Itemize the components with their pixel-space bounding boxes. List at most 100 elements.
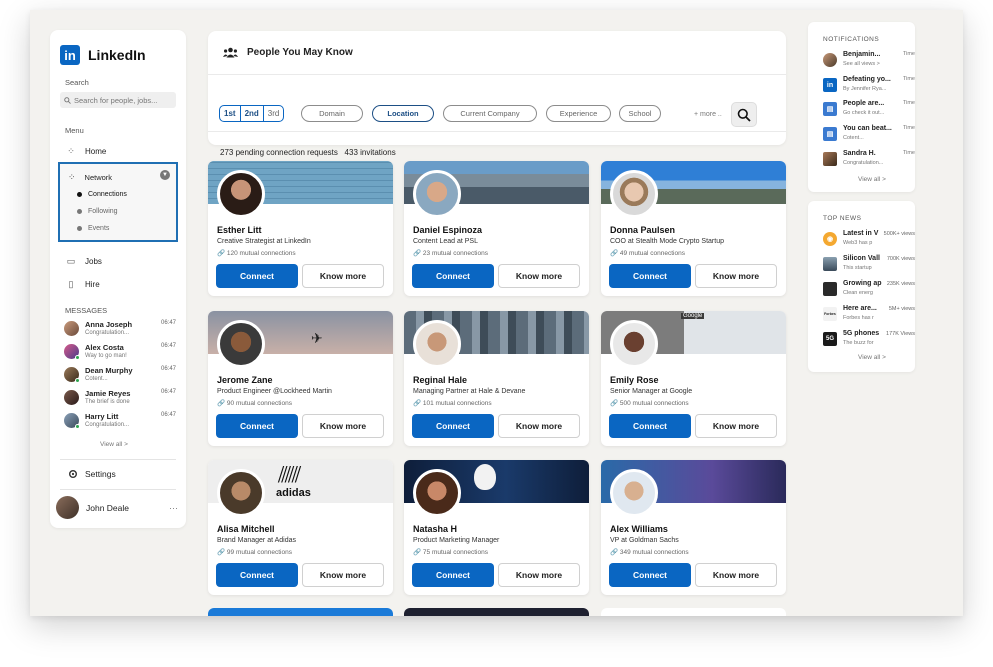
- search-input[interactable]: Search for people, jobs...: [60, 92, 176, 108]
- connect-button[interactable]: Connect: [216, 264, 298, 288]
- know-more-button[interactable]: Know more: [695, 414, 777, 438]
- connect-button[interactable]: Connect: [412, 264, 494, 288]
- connect-button[interactable]: Connect: [609, 264, 691, 288]
- avatar[interactable]: [610, 170, 658, 218]
- know-more-button[interactable]: Know more: [498, 264, 580, 288]
- avatar[interactable]: [217, 320, 265, 368]
- card-mutual-text: 75 mutual connections: [422, 549, 488, 556]
- avatar[interactable]: [413, 320, 461, 368]
- brand[interactable]: in LinkedIn: [60, 45, 146, 65]
- connect-button[interactable]: Connect: [609, 563, 691, 587]
- notifications-view-all-link[interactable]: View all >: [858, 176, 886, 183]
- card-name[interactable]: Natasha H: [413, 524, 457, 534]
- notification-item[interactable]: Benjamin... See all views > Time: [823, 51, 915, 73]
- connect-button[interactable]: Connect: [412, 414, 494, 438]
- person-card[interactable]: Google Emily Rose Senior Manager at Goog…: [601, 311, 786, 446]
- news-item[interactable]: Growing ap Clean energ 235K views: [823, 280, 915, 302]
- chevron-down-icon[interactable]: ▼: [160, 170, 170, 180]
- know-more-button[interactable]: Know more: [498, 563, 580, 587]
- filter-school[interactable]: School: [619, 105, 661, 122]
- connect-button[interactable]: Connect: [216, 563, 298, 587]
- card-name[interactable]: Alex Williams: [610, 524, 668, 534]
- pending-requests-text[interactable]: 273 pending connection requests: [220, 148, 338, 157]
- notification-item[interactable]: ▤ People are... Go check it out... Time: [823, 100, 915, 122]
- know-more-button[interactable]: Know more: [302, 563, 384, 587]
- filter-experience[interactable]: Experience: [546, 105, 611, 122]
- nav-following[interactable]: Following: [77, 208, 118, 215]
- know-more-button[interactable]: Know more: [498, 414, 580, 438]
- nav-hire[interactable]: ▯ Hire: [66, 279, 100, 290]
- card-mutual: 🔗 49 mutual connections: [610, 249, 685, 257]
- avatar[interactable]: [610, 320, 658, 368]
- notification-item[interactable]: in Defeating yo... By Jennifer Rya... Ti…: [823, 76, 915, 98]
- filter-location[interactable]: Location: [372, 105, 434, 122]
- avatar[interactable]: [413, 469, 461, 517]
- nav-connections[interactable]: Connections: [77, 191, 127, 198]
- degree-3rd-toggle[interactable]: 3rd: [264, 106, 284, 121]
- nav-jobs[interactable]: ▭ Jobs: [66, 256, 102, 267]
- avatar: [823, 152, 837, 166]
- avatar[interactable]: [610, 469, 658, 517]
- messages-view-all-link[interactable]: View all >: [100, 441, 128, 448]
- know-more-button[interactable]: Know more: [695, 264, 777, 288]
- avatar[interactable]: [413, 170, 461, 218]
- nav-home[interactable]: ⁘ Home: [66, 146, 106, 157]
- card-name[interactable]: Esther Litt: [217, 225, 262, 235]
- connect-button[interactable]: Connect: [609, 414, 691, 438]
- message-item[interactable]: Harry Litt Congratulation... 06:47: [64, 412, 176, 432]
- person-card[interactable]: Alex Williams VP at Goldman Sachs 🔗 349 …: [601, 460, 786, 595]
- person-card[interactable]: Daniel Espinoza Content Lead at PSL 🔗 23…: [404, 161, 589, 296]
- message-item[interactable]: Jamie Reyes The brief is done 06:47: [64, 389, 176, 409]
- news-item[interactable]: ◉ Latest in V Web3 has p 500K+ views: [823, 230, 915, 252]
- know-more-button[interactable]: Know more: [302, 414, 384, 438]
- more-filters-link[interactable]: + more ..: [694, 111, 722, 118]
- card-name[interactable]: Daniel Espinoza: [413, 225, 482, 235]
- degree-1st-toggle[interactable]: 1st: [220, 106, 241, 121]
- news-item[interactable]: 5G 5G phones The buzz for 177K Views: [823, 330, 915, 352]
- connect-button[interactable]: Connect: [412, 563, 494, 587]
- card-name[interactable]: Jerome Zane: [217, 375, 273, 385]
- invitations-text[interactable]: 433 invitations: [345, 148, 396, 157]
- notification-item[interactable]: Sandra H. Congratulation... Time: [823, 150, 915, 172]
- news-view-all-link[interactable]: View all >: [858, 354, 886, 361]
- person-card[interactable]: Reginal Hale Managing Partner at Hale & …: [404, 311, 589, 446]
- browser-window-icon: ▤: [823, 102, 837, 116]
- filter-current-company[interactable]: Current Company: [443, 105, 537, 122]
- message-item[interactable]: Dean Murphy Cotent... 06:47: [64, 366, 176, 386]
- menu-label: Menu: [65, 126, 84, 135]
- card-name[interactable]: Alisa Mitchell: [217, 524, 275, 534]
- know-more-button[interactable]: Know more: [302, 264, 384, 288]
- nav-network[interactable]: ⁘ Network: [68, 172, 112, 183]
- message-item[interactable]: Anna Joseph Congratulation... 06:47: [64, 320, 176, 340]
- message-item[interactable]: Alex Costa Way to go man! 06:47: [64, 343, 176, 363]
- search-button[interactable]: [731, 102, 757, 127]
- news-views: 700K views: [886, 256, 915, 262]
- settings-button[interactable]: Settings: [68, 469, 116, 479]
- card-name[interactable]: Donna Paulsen: [610, 225, 675, 235]
- filter-domain[interactable]: Domain: [301, 105, 363, 122]
- notification-item[interactable]: ▤ You can beat... Cotent... Time: [823, 125, 915, 147]
- person-card[interactable]: Donna Paulsen COO at Stealth Mode Crypto…: [601, 161, 786, 296]
- avatar[interactable]: [217, 170, 265, 218]
- avatar[interactable]: [217, 469, 265, 517]
- know-more-button[interactable]: Know more: [695, 563, 777, 587]
- person-card[interactable]: Esther Litt Creative Strategist at Linke…: [208, 161, 393, 296]
- person-card[interactable]: ✈ Jerome Zane Product Engineer @Lockheed…: [208, 311, 393, 446]
- person-card[interactable]: Natasha H Product Marketing Manager 🔗 75…: [404, 460, 589, 595]
- bullet-icon: [77, 226, 82, 231]
- degree-2nd-toggle[interactable]: 2nd: [241, 106, 264, 121]
- nav-events[interactable]: Events: [77, 225, 109, 232]
- message-sender: Anna Joseph: [85, 320, 133, 329]
- card-name[interactable]: Emily Rose: [610, 375, 659, 385]
- card-name[interactable]: Reginal Hale: [413, 375, 467, 385]
- network-section[interactable]: ⁘ Network ▼ Connections Following Events: [58, 162, 178, 242]
- news-title: 5G phones: [843, 330, 880, 337]
- more-options-icon[interactable]: ···: [169, 503, 178, 513]
- home-grid-icon: ⁘: [67, 146, 75, 156]
- news-item[interactable]: Silicon Vall This startup 700K views: [823, 255, 915, 277]
- person-card[interactable]: ⫽⫽⫽ adidas Alisa Mitchell Brand Manager …: [208, 460, 393, 595]
- news-item[interactable]: Forbes Here are... Forbes has r 5M+ view…: [823, 305, 915, 327]
- user-profile[interactable]: John Deale: [56, 496, 129, 519]
- briefcase-icon: ▭: [66, 256, 76, 266]
- connect-button[interactable]: Connect: [216, 414, 298, 438]
